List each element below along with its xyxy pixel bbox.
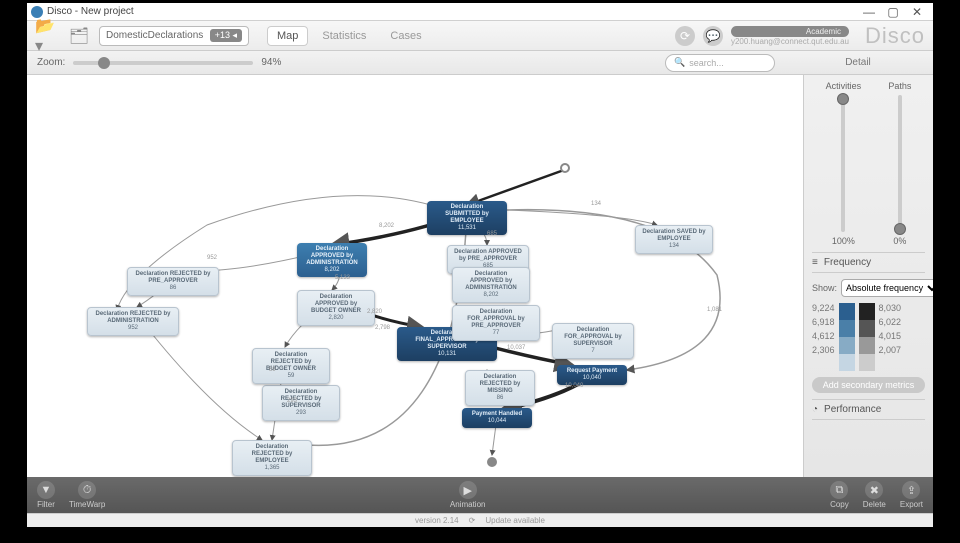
activities-label: Activities <box>826 81 862 91</box>
node-rej-admin[interactable]: Declaration REJECTED by ADMINISTRATION95… <box>87 307 179 336</box>
show-label: Show: <box>812 283 837 293</box>
zoom-slider[interactable] <box>73 61 253 65</box>
tab-cases[interactable]: Cases <box>380 26 431 46</box>
refresh-icon[interactable]: ⟳ <box>675 26 695 46</box>
node-rej-budget[interactable]: Declaration REJECTED by BUDGET OWNER59 <box>252 348 330 384</box>
detail-header: Detail <box>793 57 923 68</box>
zoom-value: 94% <box>261 57 281 68</box>
gauge-icon: ◔ <box>812 404 818 415</box>
edge-label: 10,040 <box>565 383 583 389</box>
edge-label: 8,202 <box>379 223 394 229</box>
tab-statistics[interactable]: Statistics <box>312 26 376 46</box>
edge-label: 59 <box>269 367 276 373</box>
title-bar: Disco - New project — ▢ ✕ <box>27 3 933 21</box>
node-appr-admin2[interactable]: Declaration APPROVED by ADMINISTRATION8,… <box>452 267 530 303</box>
start-node <box>560 163 570 173</box>
edge-label: 2,798 <box>375 325 390 331</box>
tab-map[interactable]: Map <box>267 26 308 46</box>
edge-label: 5,133 <box>335 275 350 281</box>
edge-label: 10,037 <box>507 345 525 351</box>
node-rej-missing[interactable]: Declaration REJECTED by MISSING86 <box>465 370 535 406</box>
search-input[interactable]: 🔍 search... <box>665 54 775 72</box>
activities-slider[interactable] <box>841 95 845 232</box>
frequency-icon: ≡ <box>812 257 818 268</box>
zoom-label: Zoom: <box>37 57 65 68</box>
dataset-selector[interactable]: DomesticDeclarations +13 ◂ <box>99 26 249 46</box>
add-secondary-metrics-button[interactable]: Add secondary metrics <box>812 377 925 393</box>
search-placeholder: search... <box>689 58 724 68</box>
legend-swatch-grey <box>859 303 875 371</box>
bottom-toolbar: ▼Filter ⏱TimeWarp ▶Animation ⧉Copy ✖Dele… <box>27 477 933 513</box>
animation-button[interactable]: ▶Animation <box>450 481 486 509</box>
license-badge: Academic <box>731 26 849 37</box>
performance-section[interactable]: ◔ Performance <box>812 399 925 420</box>
node-rej-supervisor[interactable]: Declaration REJECTED by SUPERVISOR293 <box>262 385 340 421</box>
end-node <box>487 457 497 467</box>
update-text: Update available <box>485 516 545 525</box>
status-bar: version 2.14 ⟳ Update available <box>27 513 933 527</box>
app-logo: Disco <box>865 23 925 49</box>
edge-label: 2,820 <box>367 309 382 315</box>
edge-label: 1,081 <box>707 307 722 313</box>
timewarp-button[interactable]: ⏱TimeWarp <box>69 481 105 509</box>
main-toolbar: 📂▾ 🗂 DomesticDeclarations +13 ◂ Map Stat… <box>27 21 933 51</box>
user-info: Academic y200.huang@connect.qut.edu.au <box>731 26 849 46</box>
node-appr-budget[interactable]: Declaration APPROVED by BUDGET OWNER2,82… <box>297 290 375 326</box>
frequency-legend: 9,224 6,918 4,612 2,306 8,030 6,022 4,01… <box>812 303 925 371</box>
node-for-supervisor[interactable]: Declaration FOR_APPROVAL by SUPERVISOR7 <box>552 323 634 359</box>
dataset-name: DomesticDeclarations <box>106 30 203 41</box>
process-map-canvas[interactable]: Declaration SUBMITTED by EMPLOYEE11,531 … <box>27 75 803 477</box>
edge-label: 134 <box>591 201 601 207</box>
node-saved[interactable]: Declaration SAVED by EMPLOYEE134 <box>635 225 713 254</box>
chat-icon[interactable]: 💬 <box>703 26 723 46</box>
performance-label: Performance <box>824 404 881 415</box>
edge-label: 685 <box>487 231 497 237</box>
node-rej-preapprover[interactable]: Declaration REJECTED by PRE_APPROVER86 <box>127 267 219 296</box>
view-tabs: Map Statistics Cases <box>267 26 432 46</box>
paths-pct: 0% <box>893 236 906 246</box>
node-payment-handled[interactable]: Payment Handled10,044 <box>462 408 532 428</box>
paths-label: Paths <box>888 81 911 91</box>
detail-panel: Activities 100% Paths 0% ≡ Frequency Sho… <box>803 75 933 477</box>
open-folder-icon[interactable]: 📂▾ <box>35 27 59 45</box>
frequency-section[interactable]: ≡ Frequency <box>812 252 925 273</box>
dataset-badge: +13 ◂ <box>210 29 242 42</box>
version-text: version 2.14 <box>415 516 459 525</box>
legend-swatch-blue <box>839 303 855 371</box>
edge-label: 293 <box>287 398 297 404</box>
delete-button[interactable]: ✖Delete <box>863 481 886 509</box>
node-approved-admin[interactable]: Declaration APPROVED by ADMINISTRATION8,… <box>297 243 367 277</box>
paths-slider[interactable] <box>898 95 902 232</box>
frequency-label: Frequency <box>824 257 871 268</box>
edge-label: 952 <box>207 255 217 261</box>
node-submitted[interactable]: Declaration SUBMITTED by EMPLOYEE11,531 <box>427 201 507 235</box>
activities-pct: 100% <box>832 236 855 246</box>
copy-button[interactable]: ⧉Copy <box>830 481 849 509</box>
metric-select[interactable]: Absolute frequency <box>841 279 933 297</box>
node-request-payment[interactable]: Request Payment10,040 <box>557 365 627 385</box>
node-rej-employee[interactable]: Declaration REJECTED by EMPLOYEE1,365 <box>232 440 312 476</box>
minimize-button[interactable]: — <box>857 5 881 19</box>
close-button[interactable]: ✕ <box>905 5 929 19</box>
window-title: Disco - New project <box>47 6 134 17</box>
user-email: y200.huang@connect.qut.edu.au <box>731 37 849 46</box>
node-for-preapprover[interactable]: Declaration FOR_APPROVAL by PRE_APPROVER… <box>452 305 540 341</box>
maximize-button[interactable]: ▢ <box>881 5 905 19</box>
sub-toolbar: Zoom: 94% 🔍 search... Detail <box>27 51 933 75</box>
filter-button[interactable]: ▼Filter <box>37 481 55 509</box>
recent-folder-icon[interactable]: 🗂 <box>67 27 91 45</box>
export-button[interactable]: ⇪Export <box>900 481 923 509</box>
